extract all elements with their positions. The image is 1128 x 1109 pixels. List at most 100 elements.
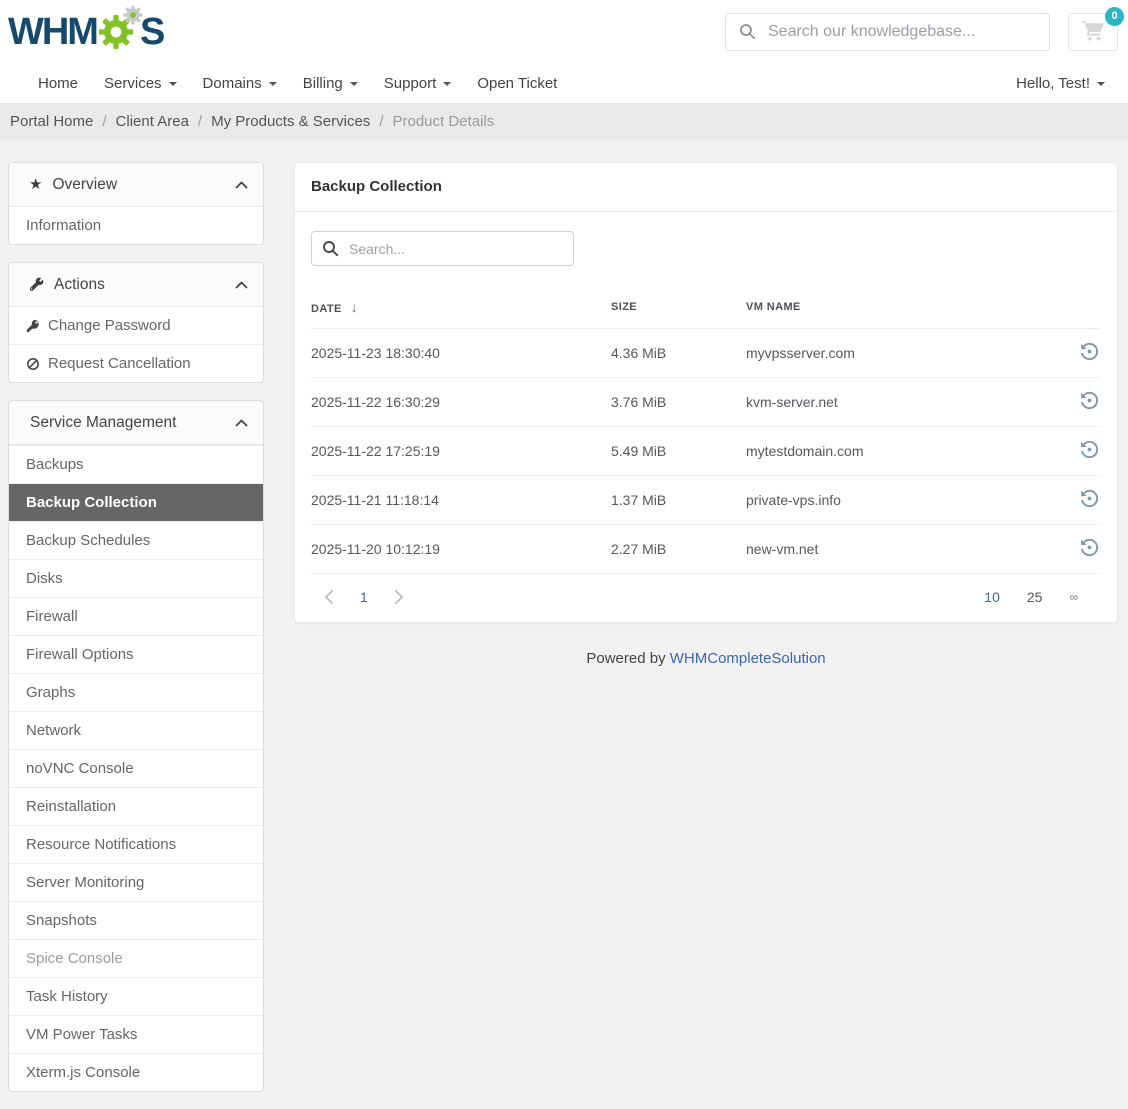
restore-backup-button[interactable] <box>1078 536 1101 562</box>
sidebar-item[interactable]: Firewall Options <box>9 635 263 673</box>
nav-item[interactable]: Support <box>371 75 465 92</box>
sidebar-item[interactable]: Reinstallation <box>9 787 263 825</box>
overview-panel-header[interactable]: ★ Overview <box>9 163 263 207</box>
cart-button[interactable]: 0 <box>1068 13 1118 51</box>
sidebar-item[interactable]: Xterm.js Console <box>9 1053 263 1091</box>
overview-panel-title: Overview <box>52 175 117 194</box>
sidebar-item[interactable]: Disks <box>9 559 263 597</box>
sidebar-item[interactable]: Server Monitoring <box>9 863 263 901</box>
panel-body: DATE↓ SIZE VM NAME 2025-11-23 18:30:40 <box>295 212 1117 622</box>
next-page-button[interactable] <box>395 590 404 604</box>
sidebar-item-label: Backup Schedules <box>26 531 150 550</box>
backup-collection-panel: Backup Collection DATE↓ <box>294 162 1118 623</box>
breadcrumb-separator: / <box>102 113 106 130</box>
key-icon <box>26 319 40 333</box>
sidebar-item[interactable]: Backups <box>9 445 263 483</box>
restore-backup-button[interactable] <box>1078 340 1101 366</box>
breadcrumb: Portal Home/ Client Area/ My Products & … <box>0 103 1128 140</box>
panel-title: Backup Collection <box>311 178 442 195</box>
chevron-down-icon <box>269 82 277 86</box>
nav-item[interactable]: Billing <box>290 75 371 92</box>
nav-item[interactable]: Home <box>25 75 91 92</box>
restore-icon <box>1078 340 1101 366</box>
sidebar-item-label: Reinstallation <box>26 797 116 816</box>
service-management-panel-header[interactable]: Service Management <box>9 401 263 445</box>
sidebar-item-label: Snapshots <box>26 911 97 930</box>
sidebar-item[interactable]: Backup Collection <box>9 483 263 521</box>
logo-text-whm: WHM <box>8 13 97 51</box>
sidebar-item-information[interactable]: Information <box>9 207 263 244</box>
gear-icon <box>96 6 143 57</box>
backup-size: 2.27 MiB <box>611 541 746 557</box>
chevron-up-icon <box>235 419 248 427</box>
column-header-date[interactable]: DATE↓ <box>311 299 611 315</box>
sidebar-item-change-password[interactable]: Change Password <box>9 307 263 344</box>
backup-size: 4.36 MiB <box>611 345 746 361</box>
service-management-list: Backups Backup Collection Backup Schedul… <box>9 445 263 1091</box>
chevron-down-icon <box>443 82 451 86</box>
page-size-options: 10 25 ∞ <box>984 589 1088 605</box>
previous-page-button[interactable] <box>324 590 333 604</box>
backup-vm-name: private-vps.info <box>746 492 1061 508</box>
sidebar-item-label: Resource Notifications <box>26 835 176 854</box>
sort-descending-icon[interactable]: ↓ <box>351 299 358 315</box>
sidebar-item[interactable]: Task History <box>9 977 263 1015</box>
sidebar-item[interactable]: Backup Schedules <box>9 521 263 559</box>
breadcrumb-links: Portal Home/ Client Area/ My Products & … <box>10 113 392 130</box>
page-number[interactable]: 1 <box>360 589 368 605</box>
sidebar-item[interactable]: Resource Notifications <box>9 825 263 863</box>
sidebar-item[interactable]: Network <box>9 711 263 749</box>
backup-date: 2025-11-21 11:18:14 <box>311 492 611 508</box>
sidebar-item-label: Firewall Options <box>26 645 134 664</box>
page-size-option[interactable]: 25 <box>1027 589 1043 605</box>
sidebar-item[interactable]: noVNC Console <box>9 749 263 787</box>
column-header-size[interactable]: SIZE <box>611 301 746 313</box>
sidebar-item-request-cancellation[interactable]: Request Cancellation <box>9 344 263 382</box>
actions-panel-header[interactable]: Actions <box>9 263 263 307</box>
nav-list: Home Services Domains Billing <box>25 75 570 92</box>
cart-icon <box>1082 20 1105 44</box>
sidebar-item[interactable]: Firewall <box>9 597 263 635</box>
nav-item[interactable]: Services <box>91 75 190 92</box>
sidebar-item[interactable]: Graphs <box>9 673 263 711</box>
whmcompletesolution-link[interactable]: WHMCompleteSolution <box>670 650 826 667</box>
knowledgebase-search-input[interactable] <box>725 13 1050 51</box>
restore-icon <box>1078 487 1101 513</box>
pagination: 1 10 25 <box>311 574 1101 622</box>
nav-item-label: Services <box>104 75 162 92</box>
user-menu[interactable]: Hello, Test! <box>1016 75 1105 92</box>
page-size-option[interactable]: 10 <box>984 589 1000 605</box>
backup-date: 2025-11-20 10:12:19 <box>311 541 611 557</box>
breadcrumb-link[interactable]: Portal Home <box>10 113 93 130</box>
restore-backup-button[interactable] <box>1078 438 1101 464</box>
chevron-up-icon <box>235 181 248 189</box>
column-header-vm-name[interactable]: VM NAME <box>746 301 1061 313</box>
nav-item[interactable]: Open Ticket <box>464 75 570 92</box>
sidebar-item[interactable]: Spice Console <box>9 939 263 977</box>
sidebar-item-label: VM Power Tasks <box>26 1025 137 1044</box>
whmcs-logo[interactable]: WHM <box>8 7 163 58</box>
table-row: 2025-11-21 11:18:14 1.37 MiB private-vps… <box>311 476 1101 525</box>
sidebar-item[interactable]: VM Power Tasks <box>9 1015 263 1053</box>
page-size-option[interactable]: ∞ <box>1069 590 1078 604</box>
sidebar-item-label: Request Cancellation <box>48 354 191 373</box>
backup-size: 3.76 MiB <box>611 394 746 410</box>
ban-icon <box>26 357 40 371</box>
restore-backup-button[interactable] <box>1078 389 1101 415</box>
nav-item[interactable]: Domains <box>190 75 290 92</box>
knowledgebase-search <box>725 13 1050 51</box>
page-number-list: 1 <box>360 589 368 605</box>
nav-item-label: Home <box>38 75 78 92</box>
pagination-pages: 1 <box>324 589 404 605</box>
user-menu-label: Hello, Test! <box>1016 75 1090 92</box>
breadcrumb-link[interactable]: Client Area <box>116 113 189 130</box>
search-icon <box>739 23 756 45</box>
search-icon <box>322 240 339 262</box>
restore-backup-button[interactable] <box>1078 487 1101 513</box>
table-search-input[interactable] <box>311 231 574 266</box>
backup-vm-name: new-vm.net <box>746 541 1061 557</box>
sidebar-item[interactable]: Snapshots <box>9 901 263 939</box>
table-header-row: DATE↓ SIZE VM NAME <box>311 299 1101 329</box>
breadcrumb-link[interactable]: My Products & Services <box>211 113 370 130</box>
site-header: WHM <box>0 0 1128 140</box>
